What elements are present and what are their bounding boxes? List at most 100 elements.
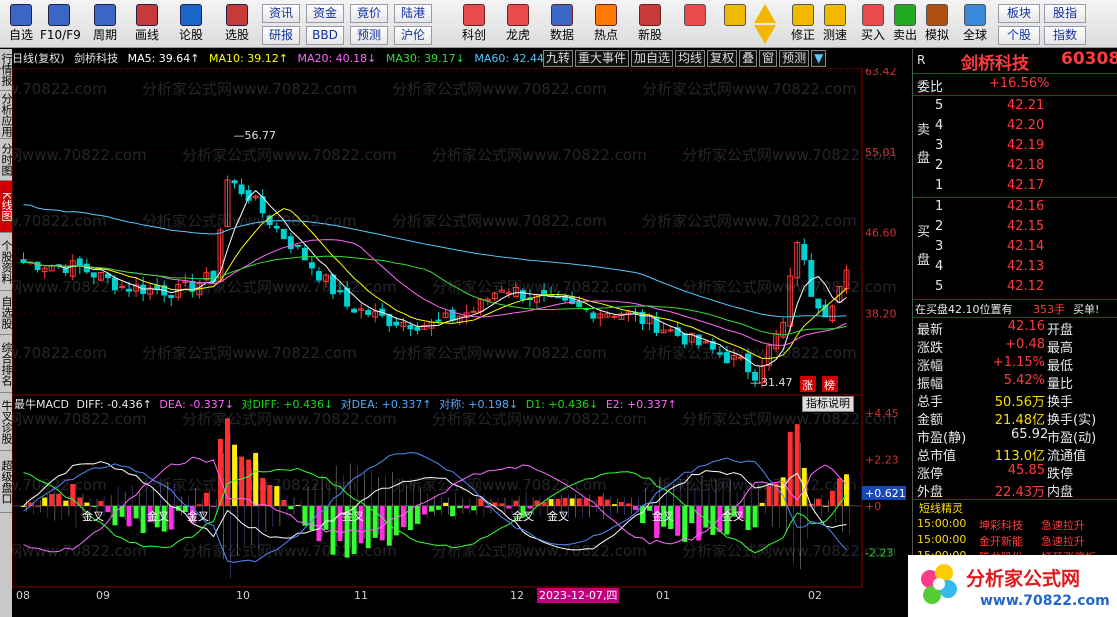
toolbar-ipo-button[interactable]: 新股 (631, 2, 669, 46)
event-button[interactable]: 均线 (675, 50, 706, 67)
sell-price[interactable]: 42.20 (1007, 118, 1044, 133)
toolbar-small-button[interactable]: 预测 (350, 26, 388, 45)
buy-price[interactable]: 42.15 (1007, 219, 1044, 234)
ma10-label: MA10: 39.12↑ (209, 52, 288, 65)
candle-body (76, 258, 83, 267)
toolbar-button-label: 热点 (593, 28, 618, 42)
sprite-title[interactable]: 短线精灵 (919, 500, 963, 516)
toolbar-speed-button[interactable]: 测速 (816, 2, 854, 46)
toolbar-windows-grid-button[interactable] (676, 2, 714, 46)
up-down-arrows[interactable] (752, 3, 778, 45)
toolbar-small-button[interactable]: 竟价 (350, 4, 388, 23)
toolbar-button-label: 自选 (8, 28, 33, 42)
macd-bar (274, 486, 280, 506)
event-button[interactable]: 加自选 (631, 50, 674, 67)
left-tab[interactable]: 个股资料 (0, 233, 12, 291)
quote-panel: R 剑桥科技 60308 委比 +16.56% 卖盘 5 42.21 4 42.20 3 42.19 2… (912, 49, 1117, 617)
toolbar-back-arrow-button[interactable] (716, 2, 754, 46)
macd-bar (829, 490, 835, 506)
arrow-down-icon[interactable] (754, 25, 776, 44)
macd-bar (844, 474, 849, 506)
stat-label-2: 流通值 (1047, 449, 1087, 464)
buy-price[interactable]: 42.13 (1007, 259, 1044, 274)
event-button[interactable]: 复权 (707, 50, 738, 67)
indicator-help-button[interactable]: 指标说明 (802, 396, 854, 412)
buy-price[interactable]: 42.16 (1007, 199, 1044, 214)
macd-bar (232, 444, 237, 506)
logo-url-text: www.70822.com (980, 593, 1110, 609)
macd-bar (618, 501, 624, 506)
ma20-label: MA20: 40.18↓ (297, 52, 377, 65)
stock-name-label: 剑桥科技 (74, 52, 119, 65)
sell-price[interactable]: 42.19 (1007, 138, 1044, 153)
sell-price[interactable]: 42.21 (1007, 98, 1044, 113)
toolbar-small-button[interactable]: 股指 (1044, 4, 1086, 23)
toolbar-button-label: 数据 (549, 28, 574, 42)
macd-bar (562, 498, 568, 506)
sell-price[interactable]: 42.17 (1007, 178, 1044, 193)
arrow-up-icon[interactable] (754, 4, 776, 23)
windows-grid-icon (684, 4, 706, 26)
toolbar-small-button[interactable]: 资讯 (262, 4, 300, 23)
toolbar-f10-button[interactable]: F10/F9 (40, 2, 81, 46)
candle-body (519, 290, 526, 300)
stat-label-2: 市盈(动) (1047, 431, 1097, 446)
toolbar-small-button[interactable]: 指数 (1044, 26, 1086, 45)
left-tab[interactable]: 分时图 (0, 139, 12, 181)
buy-price[interactable]: 42.12 (1007, 279, 1044, 294)
macd-bar (316, 505, 322, 542)
toolbar-hammer-button[interactable]: 模拟 (918, 2, 956, 46)
period-label[interactable]: 日线(复权) (12, 52, 65, 65)
toolbar-small-button[interactable]: 资金 (306, 4, 344, 23)
buy-label: 买盘 (917, 225, 931, 268)
toolbar-pe-button[interactable]: 数据 (543, 2, 581, 46)
event-button[interactable]: 重大事件 (575, 50, 630, 67)
stat-value: 45.85 (1007, 463, 1045, 478)
left-tab[interactable]: 综合排名 (0, 335, 12, 393)
left-tab[interactable]: K线图 (0, 181, 12, 233)
toolbar-grid-button[interactable]: 自选 (2, 2, 40, 46)
stat-value: 42.16 (1007, 319, 1045, 334)
toolbar-small-button[interactable]: BBD (306, 26, 344, 45)
macd-bar (527, 505, 533, 509)
toolbar-discuss-button[interactable]: 论股 (172, 2, 210, 46)
golden-cross-label: 金叉 (547, 509, 569, 523)
macd-bar (49, 493, 55, 506)
event-button[interactable]: 预测 (779, 50, 810, 67)
candle-body (34, 261, 41, 271)
toolbar-dragon-button[interactable]: 龙虎 (499, 2, 537, 46)
toolbar-globe-button[interactable]: 全球 (956, 2, 994, 46)
divider (913, 73, 1117, 74)
macd-bar (70, 484, 76, 506)
toolbar-small-button[interactable]: 板块 (998, 4, 1040, 23)
candle-body (393, 321, 400, 326)
event-button[interactable]: 窗 (759, 50, 778, 67)
left-tab[interactable]: 牛叉诊股 (0, 393, 12, 451)
toolbar-gauge-button[interactable]: 选股 (218, 2, 256, 46)
expand-icon[interactable]: ▼ (811, 50, 827, 67)
sprite-stock[interactable]: 金开新能 (979, 533, 1023, 549)
left-tab[interactable]: 自选股 (0, 291, 12, 335)
event-button[interactable]: 九转 (543, 50, 574, 67)
toolbar-clock-button[interactable]: 周期 (86, 2, 124, 46)
toolbar-small-button[interactable]: 陆港 (394, 4, 432, 23)
toolbar-pencil-button[interactable]: 画线 (128, 2, 166, 46)
toolbar-flame-button[interactable]: 热点 (587, 2, 625, 46)
left-tab[interactable]: 行情报价 (0, 49, 12, 91)
event-button[interactable]: 叠 (739, 50, 758, 67)
toolbar-small-button[interactable]: 个股 (998, 26, 1040, 45)
ma5-label: MA5: 39.64↑ (127, 52, 200, 65)
toolbar-chart-button[interactable]: 科创 (455, 2, 493, 46)
toolbar-small-button[interactable]: 沪伦 (394, 26, 432, 45)
toolbar-small-button[interactable]: 研报 (262, 26, 300, 45)
sell-price[interactable]: 42.18 (1007, 158, 1044, 173)
buy-price[interactable]: 42.14 (1007, 239, 1044, 254)
left-tab[interactable]: 分析应用 (0, 91, 12, 139)
weibi-label: 委比 (917, 80, 944, 95)
kline-chart[interactable]: 63.42 55.01 46.60 38.20 —56.77 —31.47 涨榜 +4.45 +… (12, 68, 912, 588)
stat-value: 5.42% (1003, 373, 1045, 388)
left-tab[interactable]: 超级盘口 (0, 451, 12, 513)
sprite-stock[interactable]: 坤彩科技 (979, 517, 1023, 533)
price-tick-label: 38.20 (865, 307, 897, 320)
macd-bar (133, 505, 139, 519)
